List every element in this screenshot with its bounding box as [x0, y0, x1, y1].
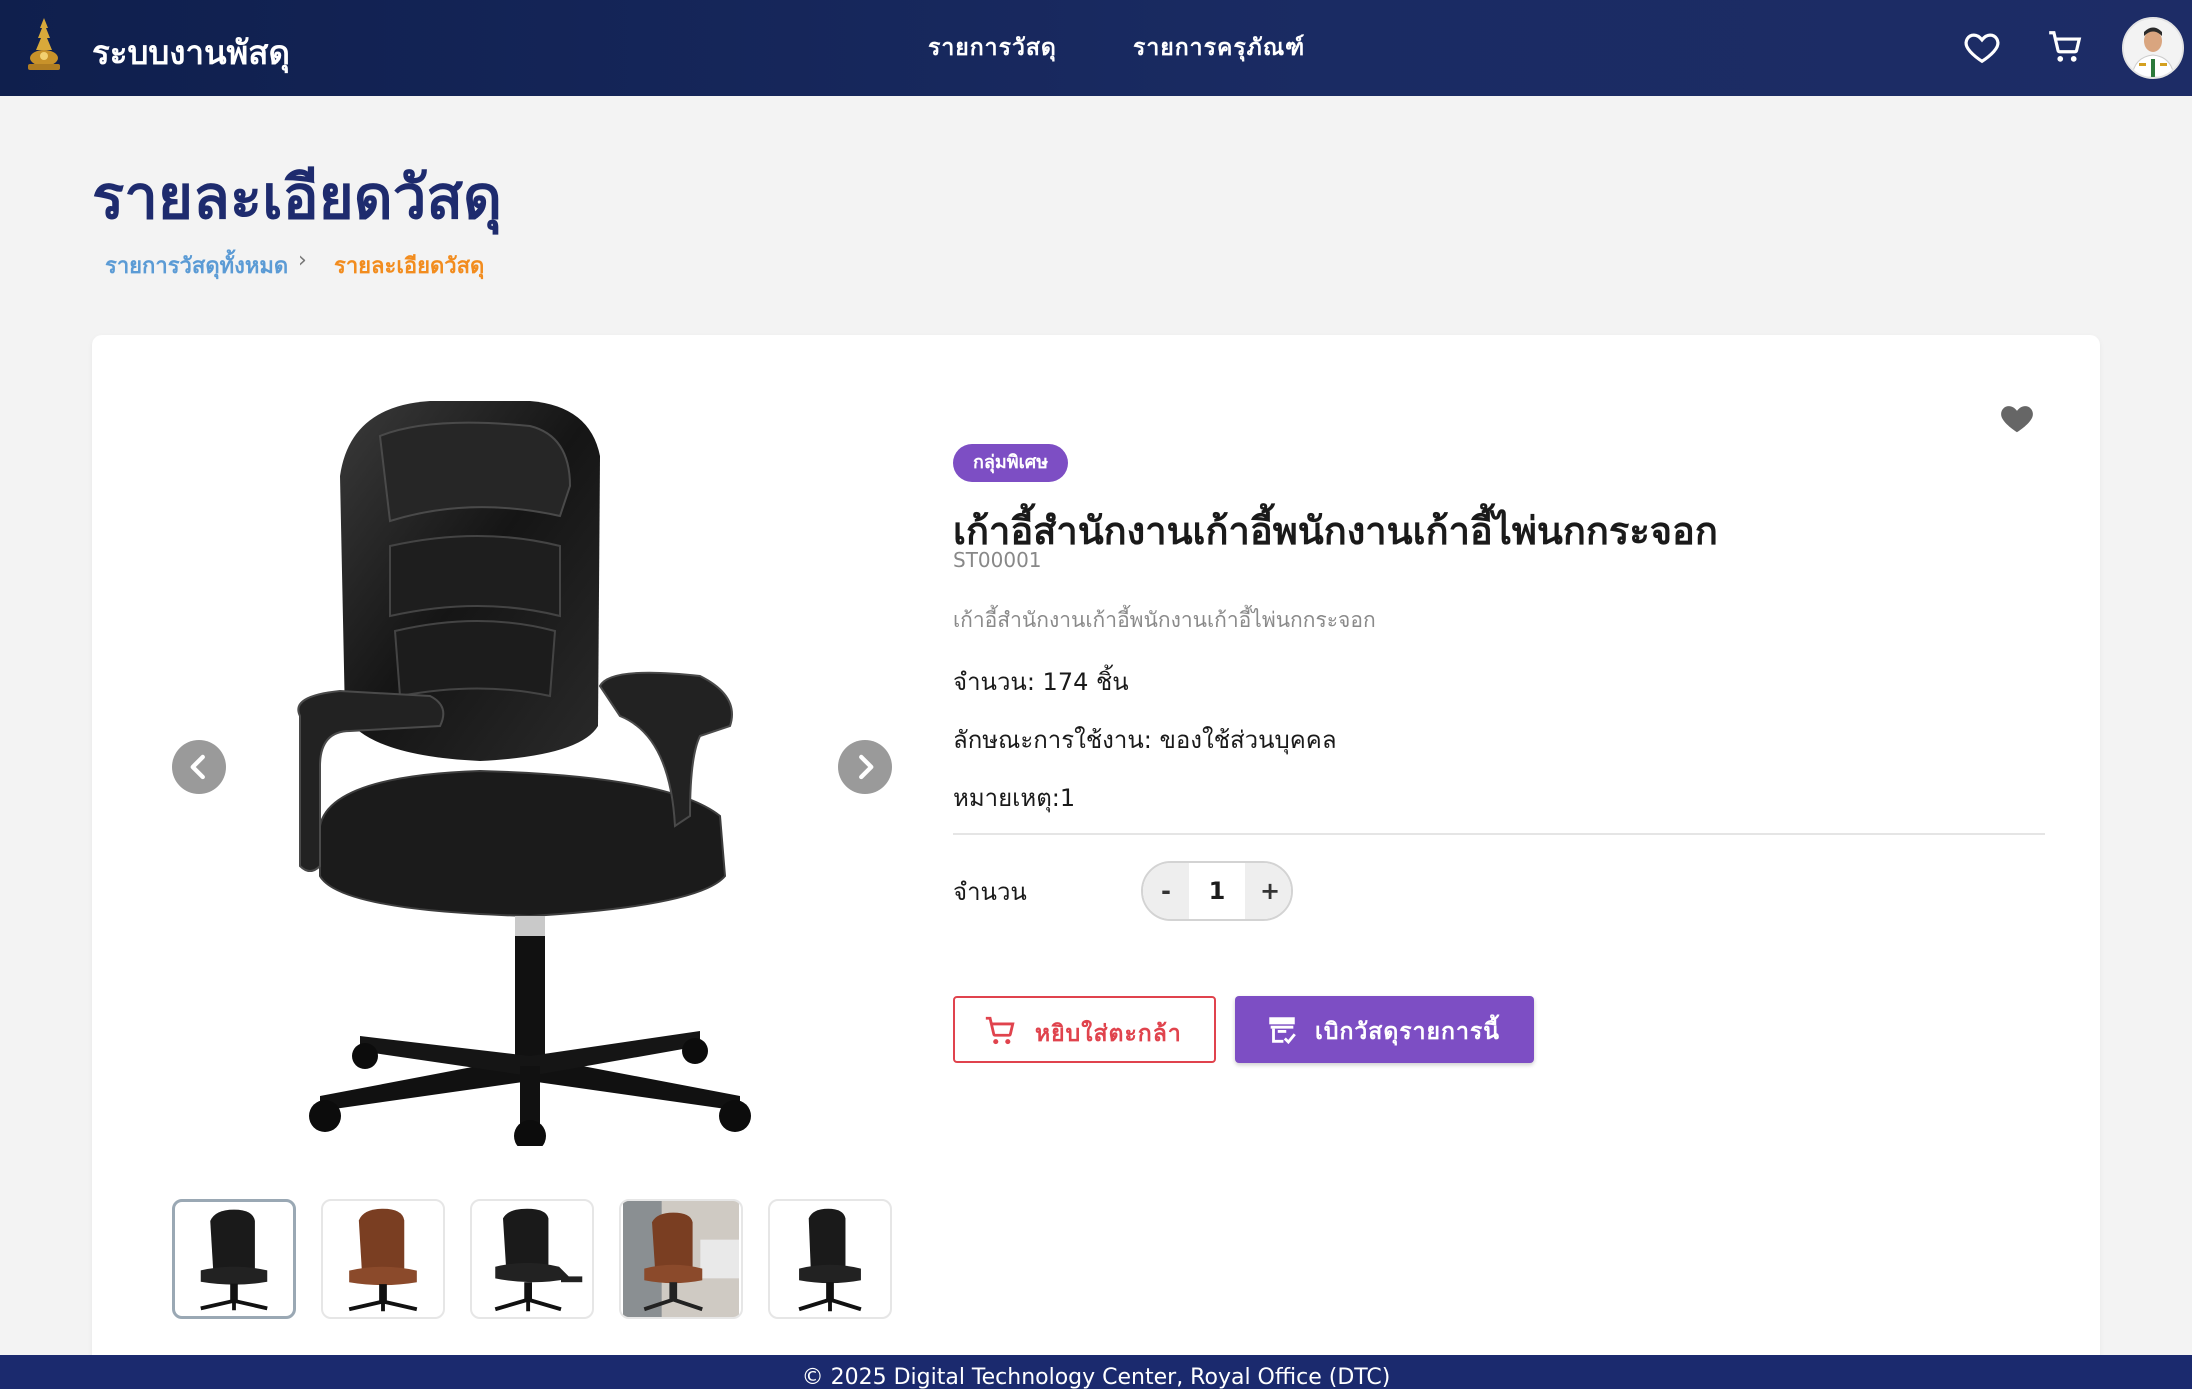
add-to-cart-button[interactable]: หยิบใส่ตะกล้า: [953, 996, 1216, 1063]
app-title[interactable]: ระบบงานพัสดุ: [92, 26, 290, 79]
user-avatar[interactable]: [2122, 17, 2184, 79]
quantity-value[interactable]: 1: [1189, 863, 1245, 919]
add-to-cart-label: หยิบใส่ตะกล้า: [1035, 1021, 1182, 1047]
prev-image-button[interactable]: [172, 740, 226, 794]
product-name: เก้าอี้สำนักงานเก้าอี้พนักงานเก้าอี้ไพ่น…: [953, 509, 1718, 553]
heart-icon[interactable]: [1963, 28, 2001, 66]
product-sku: ST00001: [953, 548, 1042, 572]
breadcrumb-all-materials[interactable]: รายการวัสดุทั้งหมด: [105, 248, 288, 283]
user-portrait-icon: [2124, 19, 2182, 77]
next-image-button[interactable]: [838, 740, 892, 794]
brown-chair-thumbnail: [348, 1208, 418, 1312]
product-description: เก้าอี้สำนักงานเก้าอี้พนักงานเก้าอี้ไพ่น…: [953, 608, 1376, 632]
black-chair-footrest-thumbnail: [494, 1208, 583, 1312]
product-note: หมายเหตุ:1: [953, 784, 1076, 812]
favorite-heart-icon[interactable]: [1998, 399, 2036, 437]
quantity-label: จำนวน: [953, 878, 1027, 906]
brown-chair-office-thumbnail: [623, 1201, 739, 1317]
thumbnail-5[interactable]: [768, 1199, 892, 1319]
category-badge: กลุ่มพิเศษ: [953, 444, 1069, 482]
footer: © 2025 Digital Technology Center, Royal …: [0, 1355, 2192, 1389]
quantity-stepper: - 1 +: [1141, 861, 1293, 921]
thumbnail-1[interactable]: [172, 1199, 296, 1319]
thumbnail-2[interactable]: [321, 1199, 445, 1319]
chevron-right-icon: [859, 754, 874, 780]
breadcrumb-current: รายละเอียดวัสดุ: [334, 254, 485, 279]
footer-copyright: © 2025 Digital Technology Center, Royal …: [801, 1365, 1391, 1389]
top-navbar: ระบบงานพัสดุ รายการวัสดุ รายการครุภัณฑ์: [0, 0, 2192, 96]
black-chair-side-thumbnail: [798, 1208, 862, 1312]
request-item-label: เบิกวัสดุรายการนี้: [1315, 1019, 1500, 1045]
nav-equipment[interactable]: รายการครุภัณฑ์: [1133, 30, 1305, 66]
thumbnail-3[interactable]: [470, 1199, 594, 1319]
cart-icon: [985, 1016, 1015, 1045]
breadcrumb-separator: ›: [298, 248, 307, 273]
inventory-request-icon: [1269, 1017, 1296, 1045]
royal-emblem-logo: [28, 18, 60, 70]
decrement-button[interactable]: -: [1143, 863, 1189, 919]
page-title: รายละเอียดวัสดุ: [92, 163, 503, 233]
request-item-button[interactable]: เบิกวัสดุรายการนี้: [1235, 996, 1534, 1063]
product-usage: ลักษณะการใช้งาน: ของใช้ส่วนบุคคล: [953, 726, 1337, 754]
product-main-image: [297, 401, 751, 1146]
nav-materials[interactable]: รายการวัสดุ: [928, 30, 1057, 66]
black-chair-thumbnail: [200, 1209, 268, 1311]
chevron-left-icon: [190, 754, 205, 780]
product-stock: จำนวน: 174 ชิ้น: [953, 668, 1129, 696]
thumbnail-4[interactable]: [619, 1199, 743, 1319]
cart-icon[interactable]: [2046, 28, 2084, 66]
divider: [953, 833, 2045, 835]
increment-button[interactable]: +: [1245, 863, 1291, 919]
